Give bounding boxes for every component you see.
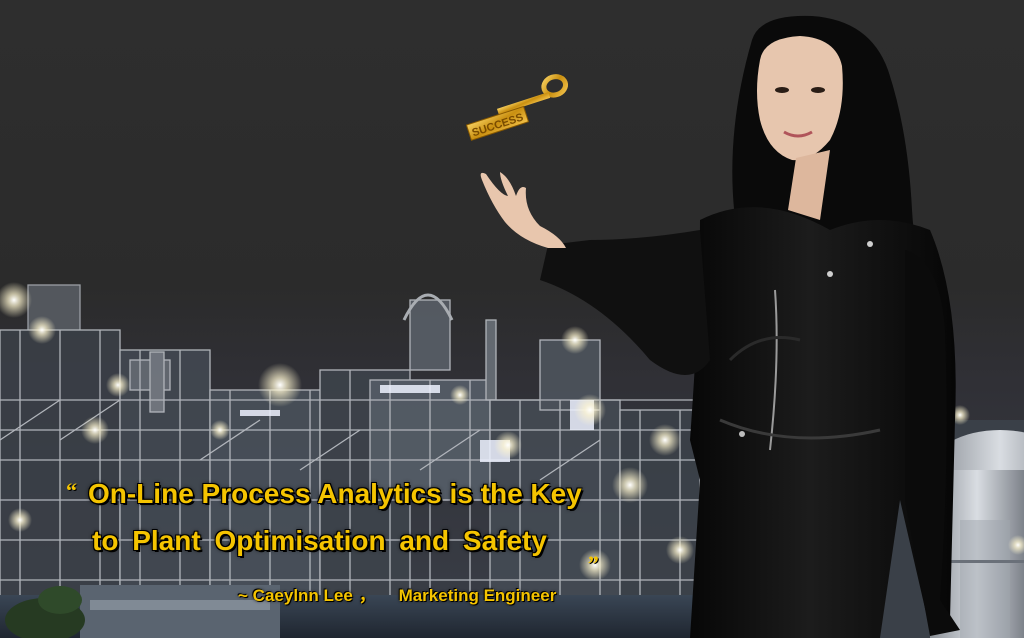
success-key: SUCCESS <box>465 74 569 141</box>
hero-image: SUCCESS “ On-Line Process Analytics is t… <box>0 0 1024 638</box>
refinery-night-scene: SUCCESS <box>0 15 1024 638</box>
